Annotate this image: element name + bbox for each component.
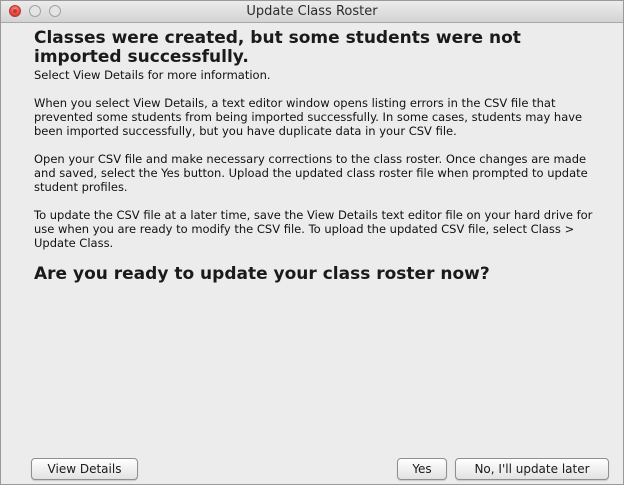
yes-button[interactable]: Yes	[397, 458, 447, 480]
window-title: Update Class Roster	[246, 4, 378, 19]
update-class-roster-window: Update Class Roster Classes were created…	[0, 0, 624, 485]
dialog-content: Classes were created, but some students …	[34, 28, 604, 285]
dialog-subtext: Select View Details for more information…	[34, 68, 271, 82]
paragraph-view-details: When you select View Details, a text edi…	[34, 96, 583, 138]
view-details-button[interactable]: View Details	[31, 458, 138, 480]
dialog-question: Are you ready to update your class roste…	[34, 264, 490, 284]
title-bar: Update Class Roster	[1, 1, 623, 23]
paragraph-corrections: Open your CSV file and make necessary co…	[34, 152, 588, 194]
paragraph-update-later: To update the CSV file at a later time, …	[34, 208, 593, 250]
update-later-button[interactable]: No, I'll update later	[455, 458, 609, 480]
dialog-heading: Classes were created, but some students …	[34, 28, 521, 67]
